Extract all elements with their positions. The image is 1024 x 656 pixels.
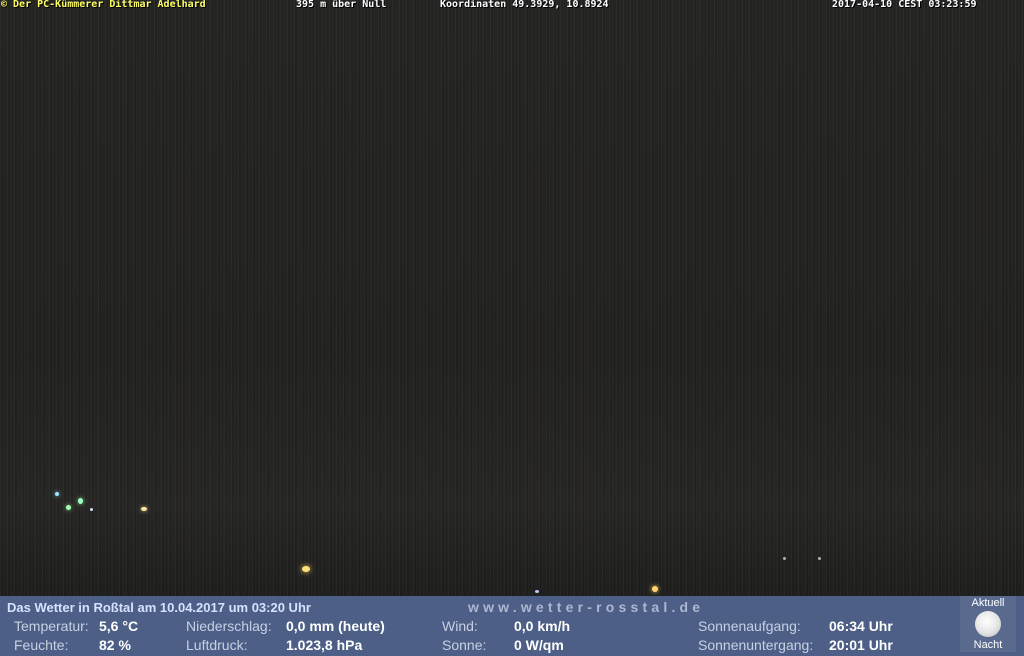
precip-value: 0,0 mm (heute) [286, 618, 385, 634]
coordinates-text: Koordinaten 49.3929, 10.8924 [440, 0, 609, 10]
precip-label: Niederschlag: [186, 618, 272, 634]
sunset-value: 20:01 Uhr [829, 637, 893, 653]
light-point [66, 505, 71, 510]
altitude-text: 395 m über Null [296, 0, 387, 10]
light-point [55, 492, 59, 496]
webcam-night-image [0, 0, 1024, 596]
light-point [818, 557, 821, 560]
temperature-label: Temperatur: [14, 618, 89, 634]
wind-label: Wind: [442, 618, 478, 634]
humidity-label: Feuchte: [14, 637, 69, 653]
sun-value: 0 W/qm [514, 637, 564, 653]
copyright-text: © Der PC-Kümmerer Dittmar Adelhard [1, 0, 206, 10]
pressure-value: 1.023,8 hPa [286, 637, 363, 653]
sun-label: Sonne: [442, 637, 487, 653]
moon-phase-panel: Aktuell Nacht [960, 596, 1016, 652]
timestamp-text: 2017-04-10 CEST 03:23:59 [832, 0, 977, 10]
light-point [78, 498, 83, 504]
light-point [652, 586, 658, 592]
moon-night-label: Nacht [973, 639, 1003, 651]
temperature-value: 5,6 °C [99, 618, 139, 634]
moon-current-label: Aktuell [971, 597, 1005, 609]
sunrise-value: 06:34 Uhr [829, 618, 893, 634]
sunset-label: Sonnenuntergang: [698, 637, 814, 653]
weather-info-bar: Das Wetter in Roßtal am 10.04.2017 um 03… [0, 596, 1024, 656]
weather-title: Das Wetter in Roßtal am 10.04.2017 um 03… [7, 600, 311, 615]
website-url: www.wetter-rosstal.de [468, 599, 705, 615]
light-point [535, 590, 539, 593]
full-moon-icon [975, 611, 1001, 637]
pressure-label: Luftdruck: [186, 637, 248, 653]
light-point [141, 507, 147, 511]
wind-value: 0,0 km/h [514, 618, 571, 634]
sunrise-label: Sonnenaufgang: [698, 618, 801, 634]
humidity-value: 82 % [99, 637, 131, 653]
light-point [302, 566, 310, 572]
light-point [783, 557, 786, 560]
light-point [90, 508, 93, 511]
camera-info-overlay: © Der PC-Kümmerer Dittmar Adelhard 395 m… [0, 0, 1024, 11]
